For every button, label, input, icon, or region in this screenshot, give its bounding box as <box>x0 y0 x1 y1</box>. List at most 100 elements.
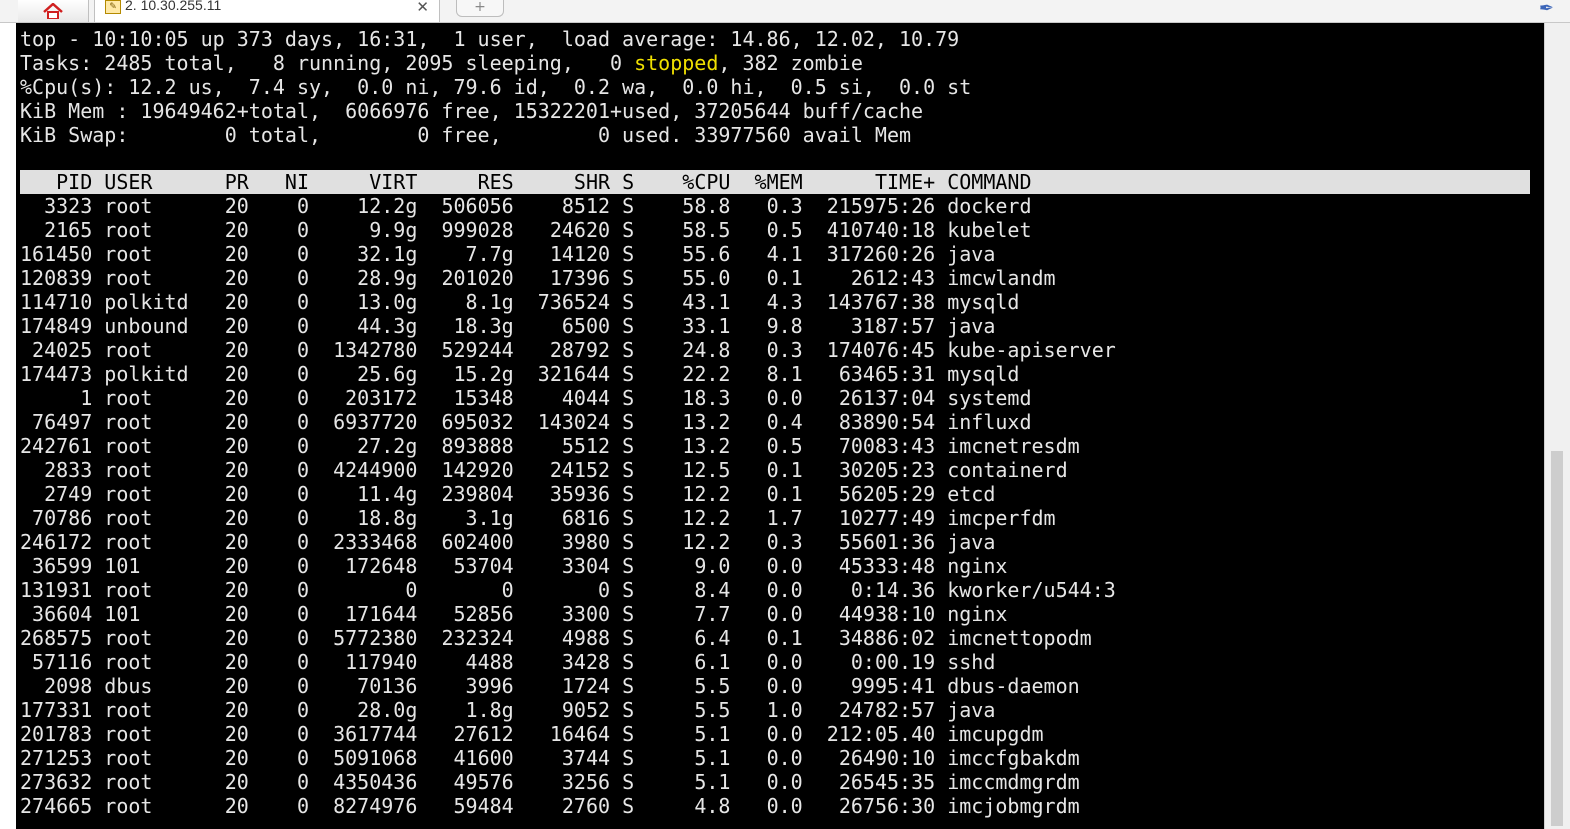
cell-mem: 0.0 <box>730 722 803 746</box>
process-row: 2833 root 20 0 4244900 142920 24152 S 12… <box>20 458 1068 482</box>
cell-cmd: sshd <box>935 650 996 674</box>
cell-pid: 36599 <box>20 554 93 578</box>
cell-cmd: kube-apiserver <box>935 338 1116 362</box>
cell-res: 506056 <box>417 194 514 218</box>
cell-ni: 0 <box>248 482 310 506</box>
cell-mem: 0.0 <box>730 746 803 770</box>
column-header: %MEM <box>730 170 803 194</box>
cell-shr: 14120 <box>513 242 611 266</box>
cell-res: 41600 <box>417 746 514 770</box>
cell-cmd: java <box>935 242 996 266</box>
cell-virt: 13.0g <box>309 290 418 314</box>
cell-user: root <box>92 650 201 674</box>
cell-time: 317260:26 <box>802 242 936 266</box>
cell-cpu: 13.2 <box>646 410 731 434</box>
cell-ni: 0 <box>248 242 310 266</box>
cell-cmd: mysqld <box>935 290 1020 314</box>
cell-cpu: 8.4 <box>646 578 731 602</box>
cell-cpu: 5.1 <box>646 770 731 794</box>
close-tab-icon[interactable]: ✕ <box>416 0 429 16</box>
cell-shr: 35936 <box>513 482 611 506</box>
cell-pid: 57116 <box>20 650 93 674</box>
cell-time: 9995:41 <box>802 674 936 698</box>
cell-virt: 18.8g <box>309 506 418 530</box>
terminal-screen[interactable]: top - 10:10:05 up 373 days, 16:31, 1 use… <box>16 23 1544 829</box>
cell-mem: 0.0 <box>730 386 803 410</box>
cell-mem: 4.3 <box>730 290 803 314</box>
cell-ni: 0 <box>248 674 310 698</box>
cell-pr: 20 <box>200 770 249 794</box>
cell-time: 143767:38 <box>802 290 936 314</box>
cell-shr: 3304 <box>513 554 611 578</box>
cell-cpu: 24.8 <box>646 338 731 362</box>
cell-time: 56205:29 <box>802 482 936 506</box>
process-row: 57116 root 20 0 117940 4488 3428 S 6.1 0… <box>20 650 995 674</box>
cell-res: 59484 <box>417 794 514 818</box>
cell-user: root <box>92 770 201 794</box>
cell-cpu: 9.0 <box>646 554 731 578</box>
cell-pr: 20 <box>200 746 249 770</box>
terminal-scrollbar[interactable] <box>1544 23 1570 829</box>
stopped-label: stopped <box>634 51 719 75</box>
cell-shr: 6816 <box>513 506 611 530</box>
process-row: 274665 root 20 0 8274976 59484 2760 S 4.… <box>20 794 1080 818</box>
cell-s: S <box>610 314 647 338</box>
cell-user: root <box>92 410 201 434</box>
cell-ni: 0 <box>248 290 310 314</box>
session-tab[interactable]: ✎ 2. 10.30.255.11 ✕ <box>94 0 440 22</box>
cell-pr: 20 <box>200 626 249 650</box>
cell-pid: 2098 <box>20 674 93 698</box>
cell-mem: 0.1 <box>730 482 803 506</box>
cell-s: S <box>610 746 647 770</box>
top-swap-line: KiB Swap: 0 total, 0 free, 0 used. 33977… <box>20 123 912 147</box>
process-row: 242761 root 20 0 27.2g 893888 5512 S 13.… <box>20 434 1080 458</box>
cell-cmd: imcjobmgrdm <box>935 794 1080 818</box>
process-row: 161450 root 20 0 32.1g 7.7g 14120 S 55.6… <box>20 242 995 266</box>
column-header: RES <box>417 170 514 194</box>
cell-pr: 20 <box>200 434 249 458</box>
cell-ni: 0 <box>248 458 310 482</box>
cell-cpu: 55.0 <box>646 266 731 290</box>
cell-time: 2612:43 <box>802 266 936 290</box>
cell-res: 8.1g <box>417 290 514 314</box>
cell-cmd: influxd <box>935 410 1032 434</box>
cell-mem: 9.8 <box>730 314 803 338</box>
new-tab-button[interactable]: + <box>456 0 504 17</box>
cell-shr: 6500 <box>513 314 611 338</box>
cell-ni: 0 <box>248 218 310 242</box>
cell-time: 212:05.40 <box>802 722 936 746</box>
cell-cpu: 13.2 <box>646 434 731 458</box>
cell-virt: 1342780 <box>309 338 418 362</box>
cell-time: 3187:57 <box>802 314 936 338</box>
cell-ni: 0 <box>248 626 310 650</box>
cell-user: dbus <box>92 674 201 698</box>
cell-pr: 20 <box>200 410 249 434</box>
cell-pr: 20 <box>200 578 249 602</box>
cell-time: 0:14.36 <box>802 578 936 602</box>
scrollbar-thumb[interactable] <box>1551 451 1563 826</box>
cell-s: S <box>610 338 647 362</box>
process-row: 1 root 20 0 203172 15348 4044 S 18.3 0.0… <box>20 386 1031 410</box>
cell-s: S <box>610 770 647 794</box>
cell-cmd: kworker/u544:3 <box>935 578 1116 602</box>
attachment-icon[interactable]: ✒ <box>1539 0 1554 19</box>
cell-cmd: nginx <box>935 554 1008 578</box>
column-header: %CPU <box>646 170 731 194</box>
cell-shr: 3256 <box>513 770 611 794</box>
process-row: 268575 root 20 0 5772380 232324 4988 S 6… <box>20 626 1092 650</box>
cell-virt: 44.3g <box>309 314 418 338</box>
cell-cmd: kubelet <box>935 218 1032 242</box>
cell-time: 410740:18 <box>802 218 936 242</box>
cell-cmd: imcperfdm <box>935 506 1056 530</box>
home-tab[interactable] <box>18 0 89 22</box>
cell-cmd: containerd <box>935 458 1068 482</box>
cell-user: root <box>92 626 201 650</box>
cell-ni: 0 <box>248 506 310 530</box>
cell-cmd: java <box>935 314 996 338</box>
cell-s: S <box>610 290 647 314</box>
cell-shr: 1724 <box>513 674 611 698</box>
cell-time: 34886:02 <box>802 626 936 650</box>
cell-ni: 0 <box>248 770 310 794</box>
cell-cpu: 5.5 <box>646 674 731 698</box>
cell-virt: 9.9g <box>309 218 418 242</box>
